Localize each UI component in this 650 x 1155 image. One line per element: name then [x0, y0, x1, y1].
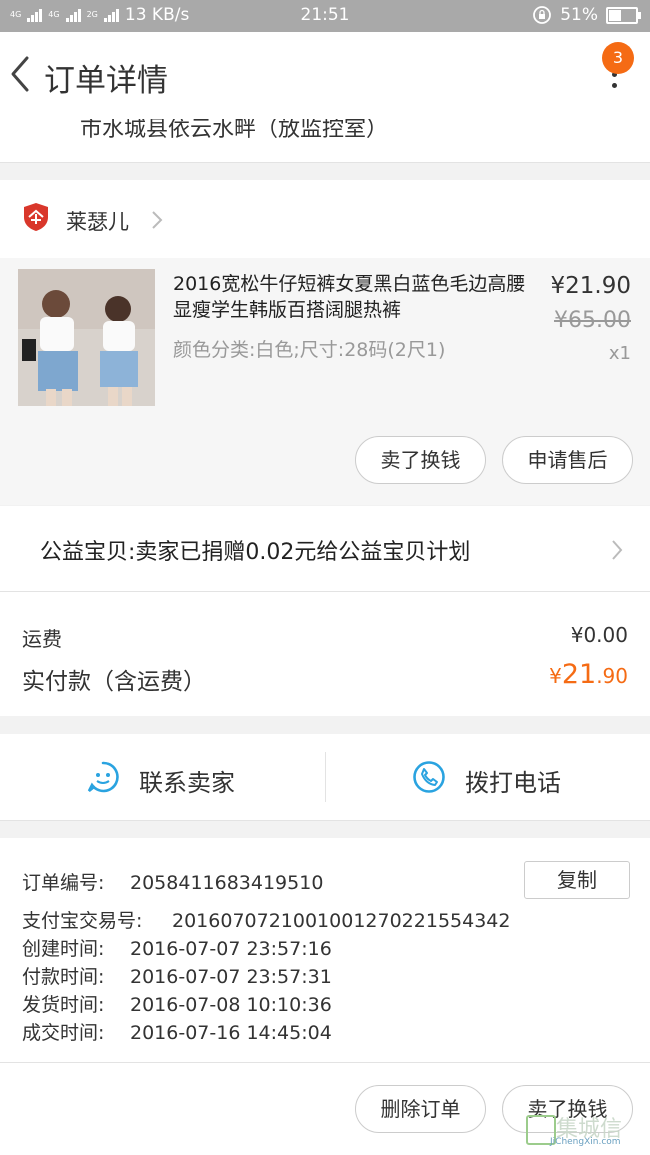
shipping-label: 运费 [22, 627, 62, 651]
battery-icon [606, 6, 641, 24]
copy-button[interactable]: 复制 [524, 861, 630, 899]
rotation-lock-icon [533, 6, 552, 24]
alipay-trade-row: 支付宝交易号: 2016070721001001270221554342 [22, 910, 511, 932]
call-phone-label: 拨打电话 [465, 769, 561, 797]
product-thumbnail[interactable] [18, 269, 155, 406]
watermark-logo: 集城信 JiChengXin.com [526, 1111, 644, 1151]
phone-icon [413, 761, 445, 793]
contact-bar: 联系卖家 拨打电话 [0, 734, 650, 821]
seller-name: 莱瑟儿 [66, 210, 129, 234]
order-item[interactable]: 2016宽松牛仔短裤女夏黑白蓝色毛边高腰显瘦学生韩版百搭阔腿热裤 颜色分类:白色… [0, 258, 650, 505]
charity-row[interactable]: 公益宝贝:卖家已捐赠0.02元给公益宝贝计划 [0, 506, 650, 592]
paid-amount: ¥21.90 [549, 659, 628, 690]
shipped-time-row: 发货时间: 2016-07-08 10:10:36 [22, 994, 332, 1016]
order-number-row: 订单编号: 2058411683419510 [22, 872, 324, 894]
more-menu-icon[interactable] [608, 72, 620, 112]
back-arrow-icon[interactable] [8, 54, 32, 94]
chat-bubble-icon [87, 761, 119, 793]
address-text: 市水城县依云水畔（放监控室） [80, 119, 389, 142]
call-phone-button[interactable]: 拨打电话 [326, 734, 650, 820]
delete-order-button[interactable]: 删除订单 [355, 1085, 486, 1133]
contact-seller-label: 联系卖家 [139, 769, 235, 797]
contact-seller-button[interactable]: 联系卖家 [0, 734, 325, 820]
chevron-right-icon [152, 211, 163, 229]
product-price: ¥21.90 [550, 273, 631, 299]
order-info: 订单编号: 2058411683419510 复制 支付宝交易号: 20160707… [0, 838, 650, 1063]
product-title[interactable]: 2016宽松牛仔短裤女夏黑白蓝色毛边高腰显瘦学生韩版百搭阔腿热裤 [173, 271, 533, 323]
after-sale-button[interactable]: 申请售后 [502, 436, 633, 484]
product-original-price: ¥65.00 [554, 308, 631, 333]
payment-summary: 运费 ¥0.00 实付款（含运费） ¥21.90 [0, 592, 650, 716]
paid-time-row: 付款时间: 2016-07-07 23:57:31 [22, 966, 332, 988]
charity-text: 公益宝贝:卖家已捐赠0.02元给公益宝贝计划 [40, 540, 471, 565]
battery-percent: 51% [560, 5, 598, 25]
paid-label: 实付款（含运费） [22, 669, 206, 695]
address-section: 市水城县依云水畔（放监控室） [0, 119, 650, 163]
resell-button[interactable]: 卖了换钱 [355, 436, 486, 484]
product-quantity: x1 [608, 343, 631, 364]
product-sku: 颜色分类:白色;尺寸:28码(2尺1) [173, 339, 446, 361]
app-header: 订单详情 3 [0, 32, 650, 119]
seller-row[interactable]: 莱瑟儿 [0, 180, 650, 258]
completed-time-row: 成交时间: 2016-07-16 14:45:04 [22, 1022, 332, 1044]
status-bar: 4G 4G 2G 13 KB/s 21:51 51% [0, 0, 650, 32]
page-title: 订单详情 [44, 63, 168, 99]
shipping-value: ¥0.00 [570, 623, 628, 647]
created-time-row: 创建时间: 2016-07-07 23:57:16 [22, 938, 332, 960]
message-badge: 3 [602, 42, 634, 74]
shop-shield-icon [24, 203, 48, 231]
chevron-right-icon [612, 540, 623, 560]
